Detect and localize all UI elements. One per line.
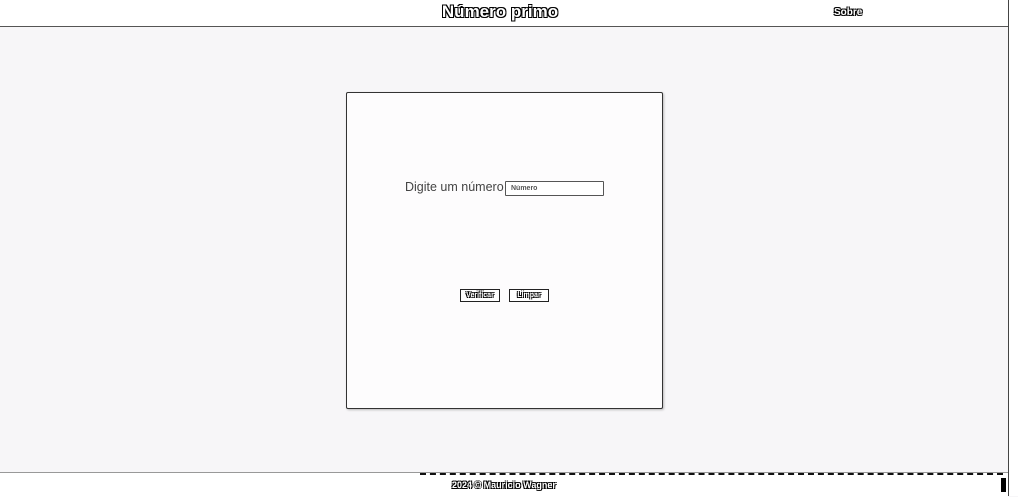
footer-divider: [420, 473, 1003, 476]
verify-button[interactable]: Verificar: [460, 289, 500, 302]
footer-copyright: 2024 © Mauricio Wagner: [452, 480, 556, 490]
header: Número primo Sobre: [0, 0, 1008, 27]
clear-button[interactable]: Limpar: [509, 289, 549, 302]
number-input[interactable]: [505, 181, 604, 196]
corner-marker: [1001, 478, 1006, 492]
about-link[interactable]: Sobre: [834, 7, 862, 18]
number-label: Digite um número: [405, 180, 504, 194]
scrollbar[interactable]: [1008, 0, 1018, 496]
prime-check-card: Digite um número Verificar Limpar: [346, 92, 663, 409]
